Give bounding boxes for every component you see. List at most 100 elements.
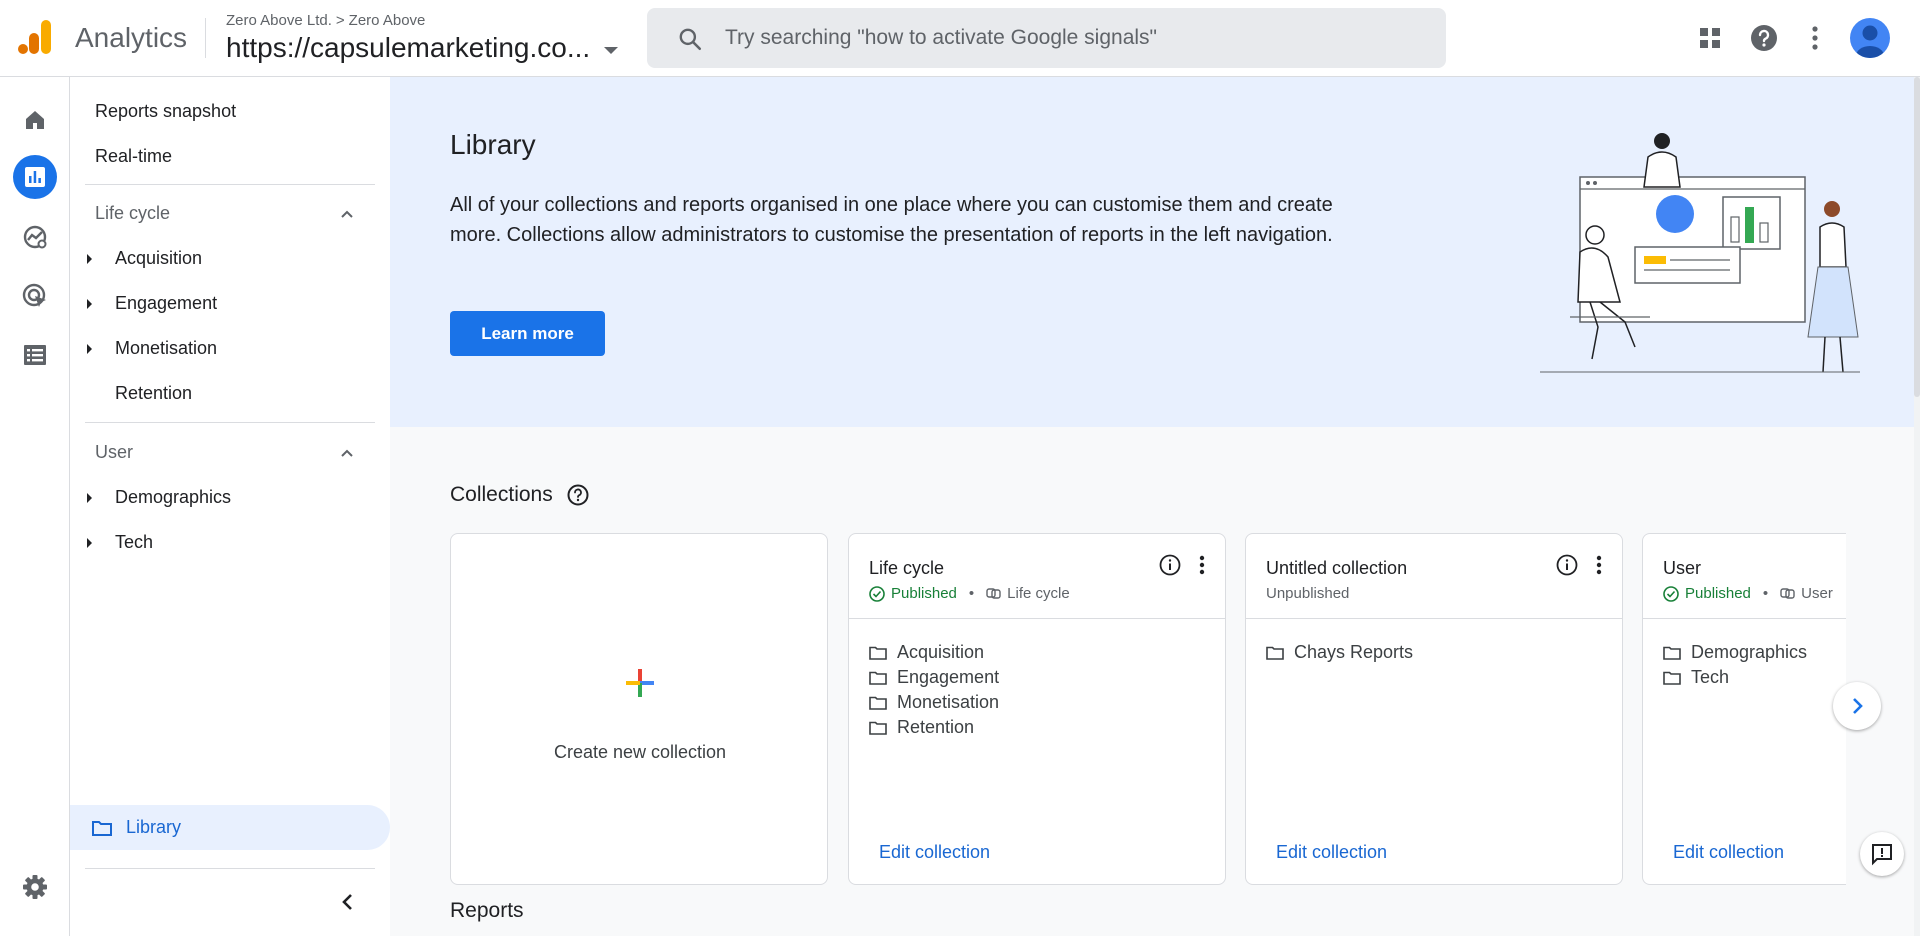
collection-card-untitled: Untitled collection Unpublished Chays Re… [1245, 533, 1623, 885]
analytics-logo-icon[interactable] [18, 18, 52, 56]
left-icon-rail [0, 77, 70, 936]
info-icon[interactable] [1159, 554, 1181, 576]
status-badge: Published [1685, 585, 1751, 602]
folder-icon [1266, 646, 1284, 660]
library-illustration [1540, 133, 1860, 373]
breadcrumb-separator: > [335, 12, 345, 29]
nav-demographics[interactable]: Demographics [115, 487, 231, 508]
expand-arrow-icon[interactable] [87, 299, 92, 309]
chevron-right-icon [1853, 698, 1863, 714]
nav-monetisation[interactable]: Monetisation [115, 338, 217, 359]
app-name: Analytics [75, 22, 188, 53]
collection-topics: Chays Reports [1266, 640, 1413, 665]
help-outline-icon[interactable] [567, 484, 589, 506]
expand-arrow-icon[interactable] [87, 538, 92, 548]
property-name: https://capsulemarketing.co... [226, 32, 591, 63]
next-collections-button[interactable] [1833, 682, 1881, 730]
nav-section-user[interactable]: User [95, 442, 133, 463]
nav-divider [85, 184, 375, 185]
search-bar[interactable] [647, 8, 1446, 68]
learn-more-button[interactable]: Learn more [450, 311, 605, 356]
more-vert-icon[interactable] [1199, 554, 1205, 576]
nav-realtime[interactable]: Real-time [95, 146, 172, 167]
list-item: Engagement [869, 665, 999, 690]
collection-title: User [1663, 558, 1702, 578]
expand-arrow-icon[interactable] [87, 493, 92, 503]
collections-heading: Collections [450, 483, 589, 507]
advertising-icon[interactable] [13, 274, 57, 318]
collection-status: Published • User [1663, 585, 1833, 602]
folder-icon [869, 646, 887, 660]
header-divider [205, 18, 206, 58]
card-actions [1159, 554, 1205, 576]
nav-section-lifecycle[interactable]: Life cycle [95, 203, 170, 224]
edit-collection-link[interactable]: Edit collection [1673, 842, 1784, 863]
feedback-button[interactable] [1860, 832, 1904, 876]
top-bar: Analytics Zero Above Ltd. > Zero Above h… [0, 0, 1920, 77]
more-vert-icon[interactable] [1596, 554, 1602, 576]
library-description: All of your collections and reports orga… [450, 194, 1333, 246]
account-avatar[interactable] [1850, 18, 1890, 58]
chevron-up-icon[interactable] [340, 207, 354, 221]
home-icon[interactable] [13, 98, 57, 142]
collections-title: Collections [450, 483, 553, 506]
main-content: Library All of your collections and repo… [390, 77, 1914, 936]
separator-dot: • [1762, 585, 1769, 602]
list-item: Monetisation [869, 690, 999, 715]
list-item: Chays Reports [1266, 640, 1413, 665]
list-item: Tech [1663, 665, 1807, 690]
collection-status: Unpublished [1266, 585, 1349, 602]
nav-retention[interactable]: Retention [115, 383, 192, 404]
expand-arrow-icon[interactable] [87, 344, 92, 354]
create-collection-label: Create new collection [553, 742, 727, 762]
breadcrumb[interactable]: Zero Above Ltd. > Zero Above [226, 12, 425, 29]
status-badge: Published [891, 585, 957, 602]
search-icon [679, 28, 702, 51]
card-divider [1246, 618, 1622, 619]
nav-acquisition[interactable]: Acquisition [115, 248, 202, 269]
property-selector[interactable]: https://capsulemarketing.co... [226, 32, 619, 64]
nav-divider [85, 422, 375, 423]
page-scrollbar[interactable] [1914, 77, 1920, 936]
status-badge: Unpublished [1266, 585, 1350, 602]
breadcrumb-account: Zero Above Ltd. [226, 12, 332, 29]
chevron-up-icon[interactable] [340, 446, 354, 460]
collection-topics: Acquisition Engagement Monetisation Rete… [869, 640, 999, 740]
nav-library[interactable]: Library [70, 805, 390, 850]
reports-icon[interactable] [13, 155, 57, 199]
folder-icon [92, 820, 112, 836]
nav-tech[interactable]: Tech [115, 532, 153, 553]
collection-topics: Demographics Tech [1663, 640, 1807, 690]
edit-collection-link[interactable]: Edit collection [879, 842, 990, 863]
card-divider [1643, 618, 1846, 619]
card-divider [849, 618, 1225, 619]
list-item: Retention [869, 715, 999, 740]
chevron-left-icon [342, 894, 352, 910]
link-icon [1780, 588, 1795, 599]
settings-gear-icon[interactable] [13, 865, 57, 909]
more-vert-icon[interactable] [1799, 22, 1831, 54]
apps-grid-icon[interactable] [1694, 22, 1726, 54]
help-icon[interactable] [1748, 22, 1780, 54]
scrollbar-thumb[interactable] [1914, 77, 1920, 397]
explore-icon[interactable] [13, 215, 57, 259]
collection-card-lifecycle: Life cycle Published • Life cycle Acquis… [848, 533, 1226, 885]
configure-icon[interactable] [13, 333, 57, 377]
nav-divider [85, 868, 375, 869]
nav-engagement[interactable]: Engagement [115, 293, 217, 314]
expand-arrow-icon[interactable] [87, 254, 92, 264]
collection-category: User [1801, 585, 1833, 602]
breadcrumb-property: Zero Above [348, 12, 426, 29]
search-input[interactable] [725, 8, 1405, 68]
create-collection-card[interactable]: Create new collection [450, 533, 828, 885]
folder-icon [869, 696, 887, 710]
link-icon [986, 588, 1001, 599]
nav-reports-snapshot[interactable]: Reports snapshot [95, 101, 236, 122]
list-item: Acquisition [869, 640, 999, 665]
edit-collection-link[interactable]: Edit collection [1276, 842, 1387, 863]
separator-dot: • [968, 585, 975, 602]
info-icon[interactable] [1556, 554, 1578, 576]
collapse-nav-button[interactable] [332, 887, 362, 917]
check-circle-icon [1663, 585, 1679, 602]
list-item: Demographics [1663, 640, 1807, 665]
